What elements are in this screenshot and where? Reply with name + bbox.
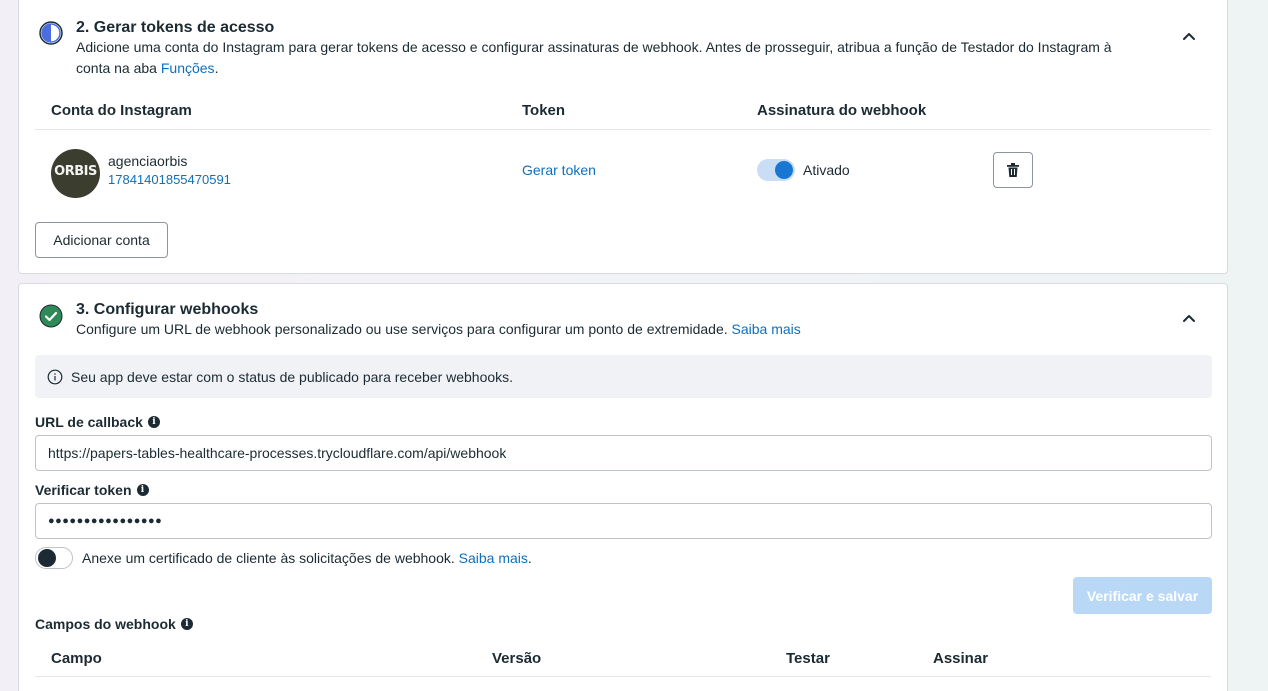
callback-url-label: URL de callback i: [35, 414, 160, 430]
checkmark-circle-icon: [39, 304, 63, 328]
webhook-fields-label: Campos do webhook i: [35, 616, 193, 632]
webhook-fields-label-text: Campos do webhook: [35, 616, 176, 632]
webhook-subscription-toggle[interactable]: [757, 159, 795, 181]
account-avatar: ORBIS: [51, 149, 100, 198]
table-divider: [35, 676, 1211, 677]
chevron-up-icon[interactable]: [1179, 26, 1199, 46]
publish-status-text: Seu app deve estar com o status de publi…: [71, 369, 514, 385]
column-header-account: Conta do Instagram: [51, 102, 192, 119]
step-2-description-line1: Adicione uma conta do Instagram para ger…: [76, 39, 1112, 55]
table-divider: [35, 129, 1211, 130]
column-header-test: Testar: [786, 650, 830, 667]
learn-more-link[interactable]: Saiba mais: [732, 321, 801, 337]
client-certificate-end: .: [527, 550, 532, 566]
step-2-description-line2: conta na aba Funções.: [76, 58, 1112, 79]
avatar-logo-text: ORBIS: [54, 164, 97, 179]
step-2-card: 2. Gerar tokens de acesso Adicione uma c…: [18, 0, 1228, 274]
verify-token-label-text: Verificar token: [35, 482, 132, 498]
column-header-subscribe: Assinar: [933, 650, 989, 667]
verify-and-save-button[interactable]: Verificar e salvar: [1073, 577, 1212, 614]
step-2-description: Adicione uma conta do Instagram para ger…: [76, 37, 1112, 79]
step-3-description-text: Configure um URL de webhook personalizad…: [76, 321, 728, 337]
chevron-up-icon[interactable]: [1179, 308, 1199, 328]
step-2-description-end: .: [214, 60, 219, 76]
toggle-knob: [775, 161, 793, 179]
info-icon[interactable]: i: [147, 416, 160, 428]
column-header-version: Versão: [492, 650, 542, 667]
info-icon[interactable]: i: [136, 484, 149, 496]
roles-link[interactable]: Funções: [161, 60, 215, 76]
add-account-button[interactable]: Adicionar conta: [35, 222, 168, 258]
account-id-link[interactable]: 17841401855470591: [108, 172, 231, 187]
step-2-description-prefix: conta na aba: [76, 60, 161, 76]
publish-status-notice: Seu app deve estar com o status de publi…: [35, 355, 1212, 398]
step-2-title: 2. Gerar tokens de acesso: [76, 19, 275, 36]
certificate-learn-more-link[interactable]: Saiba mais: [459, 550, 528, 566]
callback-url-label-text: URL de callback: [35, 414, 143, 430]
half-circle-progress-icon: [39, 21, 63, 45]
step-3-title: 3. Configurar webhooks: [76, 301, 259, 318]
step-3-description: Configure um URL de webhook personalizad…: [76, 319, 801, 340]
column-header-field: Campo: [51, 650, 102, 667]
client-certificate-text: Anexe um certificado de cliente às solic…: [82, 550, 532, 566]
column-header-subscription: Assinatura do webhook: [757, 102, 927, 119]
delete-account-button[interactable]: [993, 152, 1033, 188]
client-certificate-label: Anexe um certificado de cliente às solic…: [82, 550, 455, 566]
toggle-knob: [38, 549, 56, 567]
verify-token-input[interactable]: ●●●●●●●●●●●●●●●●: [35, 503, 1212, 539]
info-icon: [47, 369, 63, 385]
callback-url-input[interactable]: [35, 435, 1212, 471]
verify-token-label: Verificar token i: [35, 482, 149, 498]
column-header-token: Token: [522, 102, 566, 119]
client-certificate-toggle[interactable]: [35, 547, 73, 569]
step-3-card: 3. Configurar webhooks Configure um URL …: [18, 283, 1228, 691]
trash-icon: [1007, 163, 1019, 177]
account-username: agenciaorbis: [108, 153, 188, 169]
info-icon[interactable]: i: [180, 618, 193, 630]
generate-token-link[interactable]: Gerar token: [522, 162, 596, 178]
subscription-status: Ativado: [803, 162, 850, 178]
